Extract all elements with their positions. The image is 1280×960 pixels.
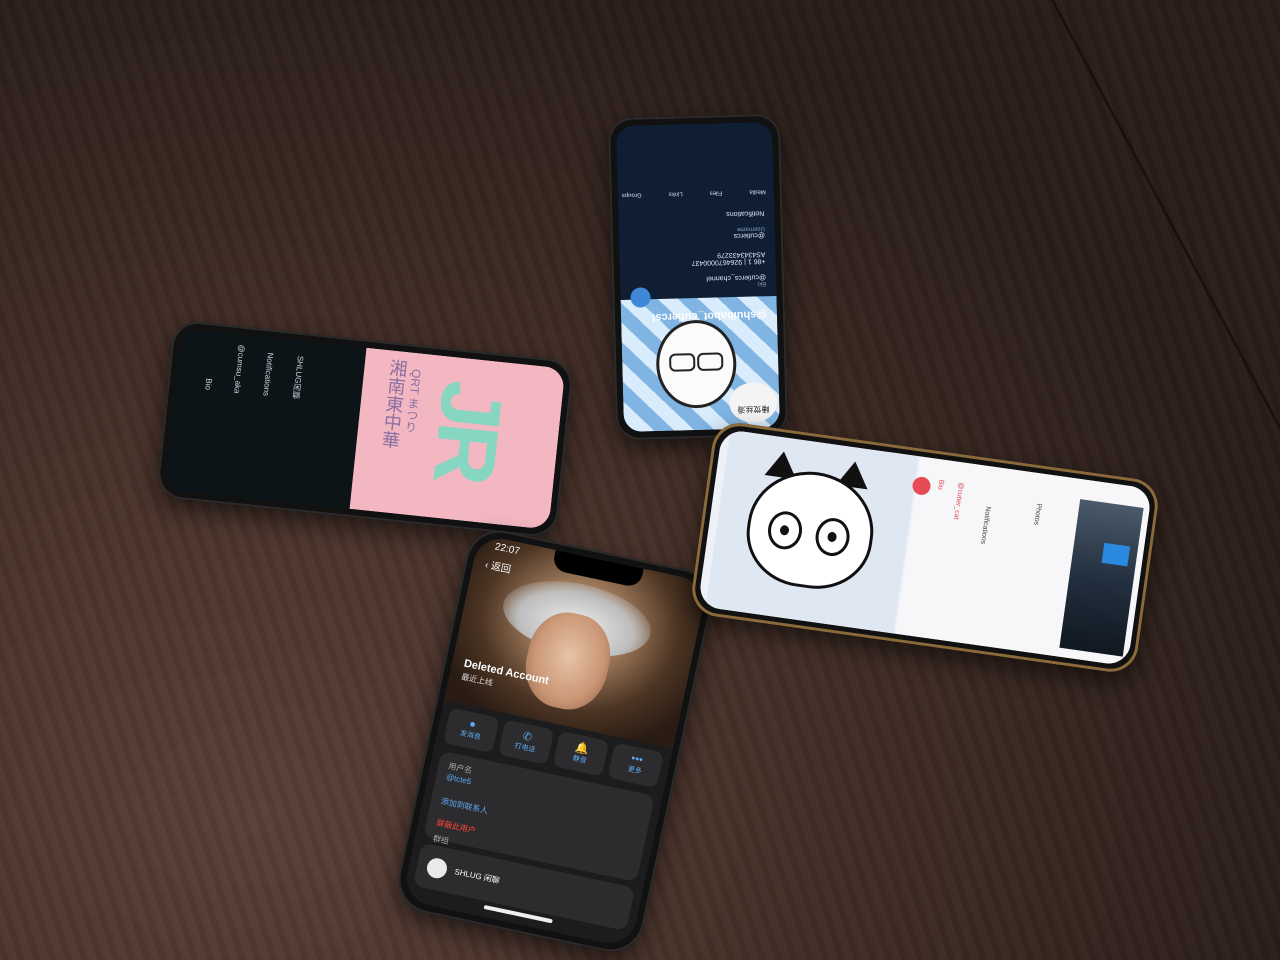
channel-banner: JR 湘南東中華 QRT まつり <box>349 347 566 530</box>
phone-left-screen: Bio @cumsu_aka Notifications SHLUG闲聊 JR … <box>164 328 566 530</box>
tab-links[interactable]: Links <box>669 190 683 196</box>
more-button[interactable]: ••• 更多 <box>607 742 664 789</box>
list-item[interactable]: SHLUG闲聊 <box>290 356 305 400</box>
mute-button[interactable]: 🔔 静音 <box>552 730 610 777</box>
panel-text: @cutier_cat <box>952 481 965 520</box>
panel-text: Bio <box>936 479 945 491</box>
phone-top-screen: 睡觉丝滑 @shuibabot_cutiercs! Bio @cutiercs_… <box>616 122 780 432</box>
groups-label: 群组 <box>432 833 450 847</box>
action-label: 发消息 <box>459 730 482 742</box>
group-avatar <box>425 856 449 881</box>
cat-eye-left <box>765 509 805 552</box>
list-item: @cumsu_aka <box>232 344 247 394</box>
action-label: 更多 <box>626 765 643 776</box>
tab-groups[interactable]: Groups <box>622 191 642 198</box>
cat-drawing <box>705 429 919 634</box>
cat-eye-right <box>813 515 853 559</box>
sticker: 睡觉丝滑 <box>728 381 778 424</box>
notifications-row[interactable]: Notifications <box>726 209 764 217</box>
phone-value: +86 1 | 9264670000437 <box>691 257 766 267</box>
call-button[interactable]: ✆ 打电话 <box>497 719 555 765</box>
phone-row: +86 1 | 9264670000437 AS4343433279 <box>691 250 765 266</box>
group-name[interactable]: SHLUG 闲聊 <box>454 866 501 886</box>
handle-label: Username <box>736 225 765 232</box>
panel-text[interactable]: Notifications <box>979 506 991 545</box>
telegram-profile-upside-down: 睡觉丝滑 @shuibabot_cutiercs! Bio @cutiercs_… <box>616 122 780 432</box>
cat-pupil <box>779 524 790 536</box>
handle-value: @cutiercs <box>733 231 766 240</box>
media-thumbnail-highlight[interactable] <box>1101 542 1131 567</box>
channel-info-list: Bio @cumsu_aka Notifications SHLUG闲聊 <box>202 341 333 415</box>
notifications-label: Notifications <box>726 209 765 218</box>
add-contact-link[interactable]: 添加到联系人 <box>440 796 489 817</box>
glasses-left <box>696 352 724 372</box>
cartoon-face <box>655 319 738 410</box>
phone-top: 睡觉丝滑 @shuibabot_cutiercs! Bio @cutiercs_… <box>607 113 789 441</box>
tab-media[interactable]: Media <box>749 188 765 194</box>
bio-row: Bio @cutiercs_channel <box>706 273 766 288</box>
message-button[interactable]: ● 发消息 <box>443 707 500 754</box>
profile-panel: Bio @cutier_cat Notifications Photos <box>895 456 1153 667</box>
tab-files[interactable]: Files <box>710 189 723 195</box>
username-row[interactable]: @cutiercs Username <box>733 225 765 239</box>
media-thumbnails[interactable] <box>1059 499 1144 657</box>
glasses-right <box>669 353 696 372</box>
jr-logo: JR <box>415 376 521 484</box>
action-label: 静音 <box>572 755 588 765</box>
list-item: Bio <box>203 378 214 391</box>
panel-text[interactable]: Photos <box>1032 503 1042 526</box>
media-tabs: Media Files Links Groups <box>622 188 766 198</box>
id-value: AS4343433279 <box>717 250 766 259</box>
action-label: 打电话 <box>513 742 536 754</box>
list-item[interactable]: Notifications <box>261 353 275 397</box>
cat-pupil <box>826 531 838 543</box>
